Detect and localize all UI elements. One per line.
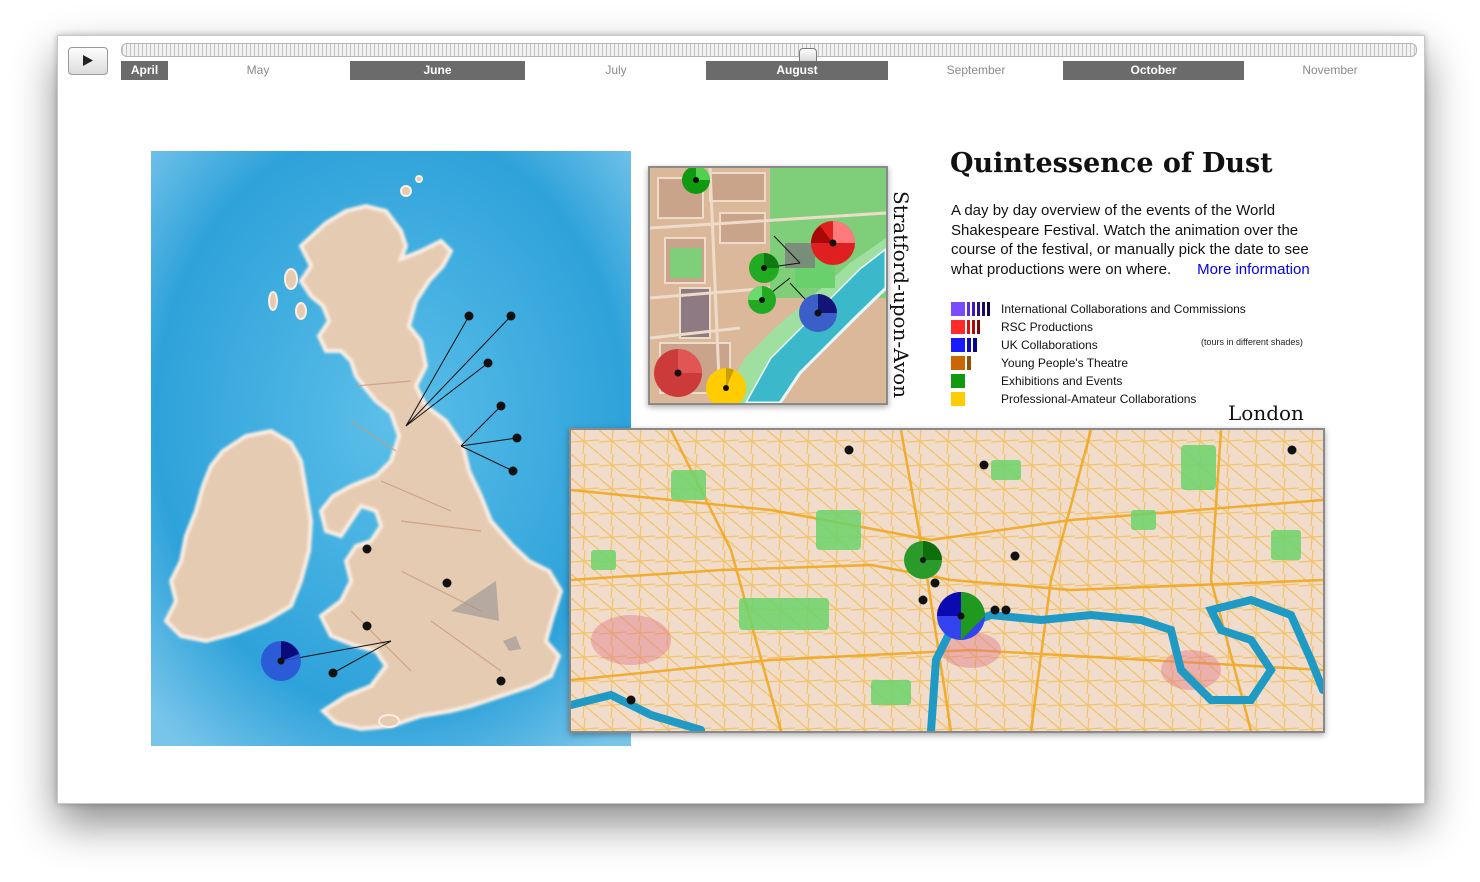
month-october[interactable]: October xyxy=(1063,61,1244,80)
legend-swatch-rsc xyxy=(951,320,980,334)
month-november[interactable]: November xyxy=(1288,61,1372,80)
month-april[interactable]: April xyxy=(121,61,168,80)
legend-item-uk: UK Collaborations xyxy=(951,337,1331,355)
legend-item-exhibitions: Exhibitions and Events xyxy=(951,373,1331,391)
month-september[interactable]: September xyxy=(928,61,1024,80)
month-june[interactable]: June xyxy=(350,61,525,80)
page-title: Quintessence of Dust xyxy=(950,148,1273,179)
legend: International Collaborations and Commiss… xyxy=(951,301,1331,409)
legend-swatch-uk xyxy=(951,338,977,352)
legend-item-pro-am: Professional-Amateur Collaborations xyxy=(951,391,1331,409)
stratford-label: Stratford-upon-Avon xyxy=(889,191,913,399)
month-july[interactable]: July xyxy=(586,61,646,80)
description: A day by day overview of the events of t… xyxy=(951,201,1341,279)
legend-label: Young People's Theatre xyxy=(1001,356,1129,370)
legend-swatch-international xyxy=(951,302,990,316)
month-may[interactable]: May xyxy=(228,61,288,80)
legend-item-international: International Collaborations and Commiss… xyxy=(951,301,1331,319)
uk-pie-marker[interactable] xyxy=(261,641,301,681)
play-button[interactable] xyxy=(68,47,108,75)
legend-label: RSC Productions xyxy=(1001,320,1094,334)
month-august[interactable]: August xyxy=(706,61,888,80)
timeline-slider[interactable] xyxy=(121,43,1417,67)
legend-label: UK Collaborations xyxy=(1001,338,1098,352)
legend-swatch-pro-am xyxy=(951,392,965,406)
legend-item-rsc: RSC Productions (tours in different shad… xyxy=(951,319,1331,347)
uk-map xyxy=(151,151,631,746)
stratford-inset-map xyxy=(648,166,888,405)
legend-swatch-exhibitions xyxy=(951,374,965,388)
play-icon xyxy=(83,55,93,66)
legend-label: International Collaborations and Commiss… xyxy=(1001,302,1246,316)
legend-label: Professional-Amateur Collaborations xyxy=(1001,392,1197,406)
legend-item-young-people: Young People's Theatre xyxy=(951,355,1331,373)
more-information-link[interactable]: More information xyxy=(1197,261,1310,278)
legend-label: Exhibitions and Events xyxy=(1001,374,1123,388)
london-inset-map xyxy=(569,428,1325,733)
legend-swatch-young-people xyxy=(951,356,971,370)
app-window: April May June July August September Oct… xyxy=(57,35,1425,804)
